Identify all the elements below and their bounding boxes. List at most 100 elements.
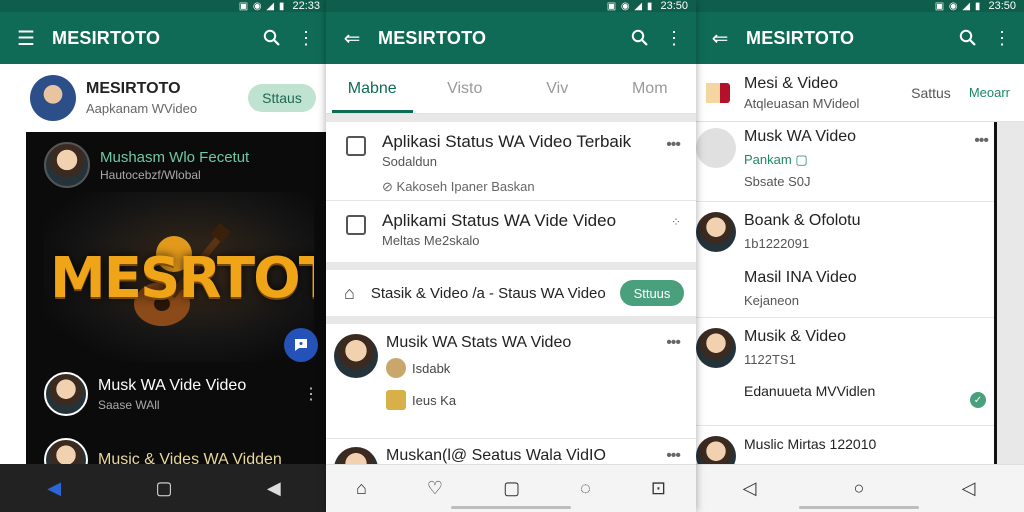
more-vert-icon[interactable]: ⋮ [662,26,686,50]
list-item[interactable]: Musk WA Vide Video Saase WAll ⋮ [44,372,319,416]
grid-dots-icon[interactable]: ⁘ [671,215,681,229]
tab-home[interactable]: Mabne [326,64,419,113]
menu-icon[interactable]: ☰ [14,26,38,50]
status-time: 23:50 [660,0,688,12]
video-feed: Mushasm Wlo Fecetut Hautocebzf/Wlobal ME… [26,132,328,482]
list-item-title: Aplikasi Status WA Video Terbaik [382,132,632,151]
list-item[interactable]: Musk WA Video Pankam ▢ Sbsate S0J ••• [694,122,994,202]
profile-header: MESIRTOTO Aapkanam WVideo Sttaus [0,64,328,132]
phone-screen-left: ▣ ◉ ◢ ▮ 22:33 ☰ MESIRTOTO ⋮ MESIRTOTO Aa… [0,0,328,512]
chat-subtitle: Atqleuasan MVideol [744,95,860,111]
tab-video[interactable]: Visto [419,64,512,113]
chat-header: Mesi & Video Atqleuasan MVideol Sattus M… [694,64,1024,122]
search-icon[interactable] [260,26,284,50]
tab-more[interactable]: Mom [604,64,697,113]
divider [326,114,696,122]
avatar [44,372,88,416]
list-item[interactable]: Musik & Video 1122TS1 Edanuueta MVVidlen… [694,322,994,426]
back-arrow-icon[interactable]: ⇐ [708,26,732,50]
avatar [696,328,736,368]
gesture-pill [451,506,571,509]
list-item-title: Musk WA Vide Video [98,376,247,394]
recents-icon[interactable]: ◁ [962,478,976,499]
avatar[interactable] [30,75,76,121]
avatar [696,212,736,252]
list-item-title: Musik & Video [744,328,846,345]
more-horiz-icon[interactable]: ••• [666,447,681,464]
system-nav-bar: ◁ ○ ◁ [694,464,1024,512]
status-button[interactable]: Sttuus [620,280,684,306]
list-item[interactable]: Musik WA Stats WA Video Isdabk Ieus Ka •… [326,324,696,436]
list-item-title-2: Masil INA Video [744,269,857,286]
check-icon: ✓ [970,392,986,408]
status-button[interactable]: Sttaus [248,84,316,112]
avatar [696,128,736,168]
more-vert-icon[interactable]: ⋮ [990,26,1014,50]
phone-screen-right: ▣ ◉ ◢ ▮ 23:50 ⇐ MESIRTOTO ⋮ Mesi & Video… [694,0,1024,512]
home-icon[interactable]: ▢ [155,478,172,499]
tab-more[interactable]: Meoarr [969,85,1010,100]
signal-icons: ▣ ◉ ◢ ▮ [934,1,982,12]
tab-bar: Mabne Visto Viv Mom [326,64,696,114]
search-icon[interactable] [628,26,652,50]
checkbox-icon[interactable] [346,215,366,235]
chat-list: Musk WA Video Pankam ▢ Sbsate S0J ••• Bo… [694,122,994,476]
list-item-extra: Sbsate S0J [744,174,811,189]
list-item-sub: Pankam ▢ [744,152,808,167]
phone-screen-center: ▣ ◉ ◢ ▮ 23:50 ⇐ MESIRTOTO ⋮ Mabne Visto … [326,0,696,512]
square-icon[interactable]: ▢ [503,478,520,499]
avatar [44,142,90,188]
status-bar: ▣ ◉ ◢ ▮ 23:50 [326,0,696,12]
app-title: MESIRTOTO [52,27,161,48]
list-item-title: Musik WA Stats WA Video [386,334,572,351]
list-item-sub: Saase WAll [98,397,160,412]
list-item[interactable]: Boank & Ofolotu 1b1222091 Masil INA Vide… [694,206,994,318]
app-icon [346,136,366,156]
chat-bubble-icon[interactable]: ◌ [580,478,591,499]
home-outline-icon: ⌂ [344,282,355,303]
home-icon[interactable]: ○ [854,478,865,499]
chat-fab-icon[interactable] [284,328,318,362]
app-title: MESIRTOTO [746,27,855,48]
list-item-sub: Isdabk [386,358,666,378]
feed-author[interactable]: Mushasm Wlo Fecetut Hautocebzf/Wlobal [44,142,249,188]
more-horiz-icon[interactable]: ••• [666,334,681,352]
more-horiz-icon[interactable]: ••• [974,132,989,150]
list-item-title-2: Edanuueta MVVidlen [744,383,876,399]
poster-logo-text: MESRTOTO [50,246,314,311]
back-icon[interactable]: ◁ [743,478,757,499]
list-item-sub: Sodaldun [382,154,437,169]
status-bar: ▣ ◉ ◢ ▮ 23:50 [694,0,1024,12]
status-bar: ▣ ◉ ◢ ▮ 22:33 [0,0,328,12]
heart-icon[interactable]: ♡ [427,478,443,499]
bottom-nav-bar: ⌂ ♡ ▢ ◌ ⊡ [326,464,696,512]
list-item-sub-2: Kejaneon [744,293,799,308]
link-icon: ⊘ [382,179,393,194]
tab-status[interactable]: Sattus [911,85,951,101]
back-icon[interactable]: ◀ [47,478,61,499]
app-bar: ☰ MESIRTOTO ⋮ [0,12,328,64]
list-item[interactable]: Muskan(l@ Seatus Wala VidIO ••• [326,438,696,464]
list-item[interactable]: Aplikasi Status WA Video Terbaik Sodaldu… [326,122,696,198]
home-icon[interactable]: ⌂ [356,478,367,499]
more-vert-icon[interactable]: ⋮ [303,384,319,404]
system-nav-bar: ◀ ▢ ◀ [0,464,328,512]
back-arrow-icon[interactable]: ⇐ [340,26,364,50]
avatar [334,447,378,464]
list-item-title: Boank & Ofolotu [744,212,861,229]
app-bar: ⇐ MESIRTOTO ⋮ [326,12,696,64]
more-horiz-icon[interactable]: ••• [666,136,681,154]
more-vert-icon[interactable]: ⋮ [294,26,318,50]
tab-viv[interactable]: Viv [511,64,604,113]
recents-icon[interactable]: ◀ [267,478,281,499]
share-row: ⌂ Stasik & Video /a - Staus WA Video Stt… [326,270,696,316]
share-text: Stasik & Video /a - Staus WA Video [370,284,606,302]
bag-icon[interactable]: ⊡ [651,478,666,499]
gesture-pill [799,506,919,509]
app-title: MESIRTOTO [378,27,487,48]
thumbnail[interactable] [696,82,730,103]
list-item[interactable]: Aplikami Status WA Vide Video Meltas Me2… [326,200,696,260]
search-icon[interactable] [956,26,980,50]
video-thumbnail[interactable]: MESRTOTO [44,192,314,362]
scroll-edge [994,122,1024,464]
